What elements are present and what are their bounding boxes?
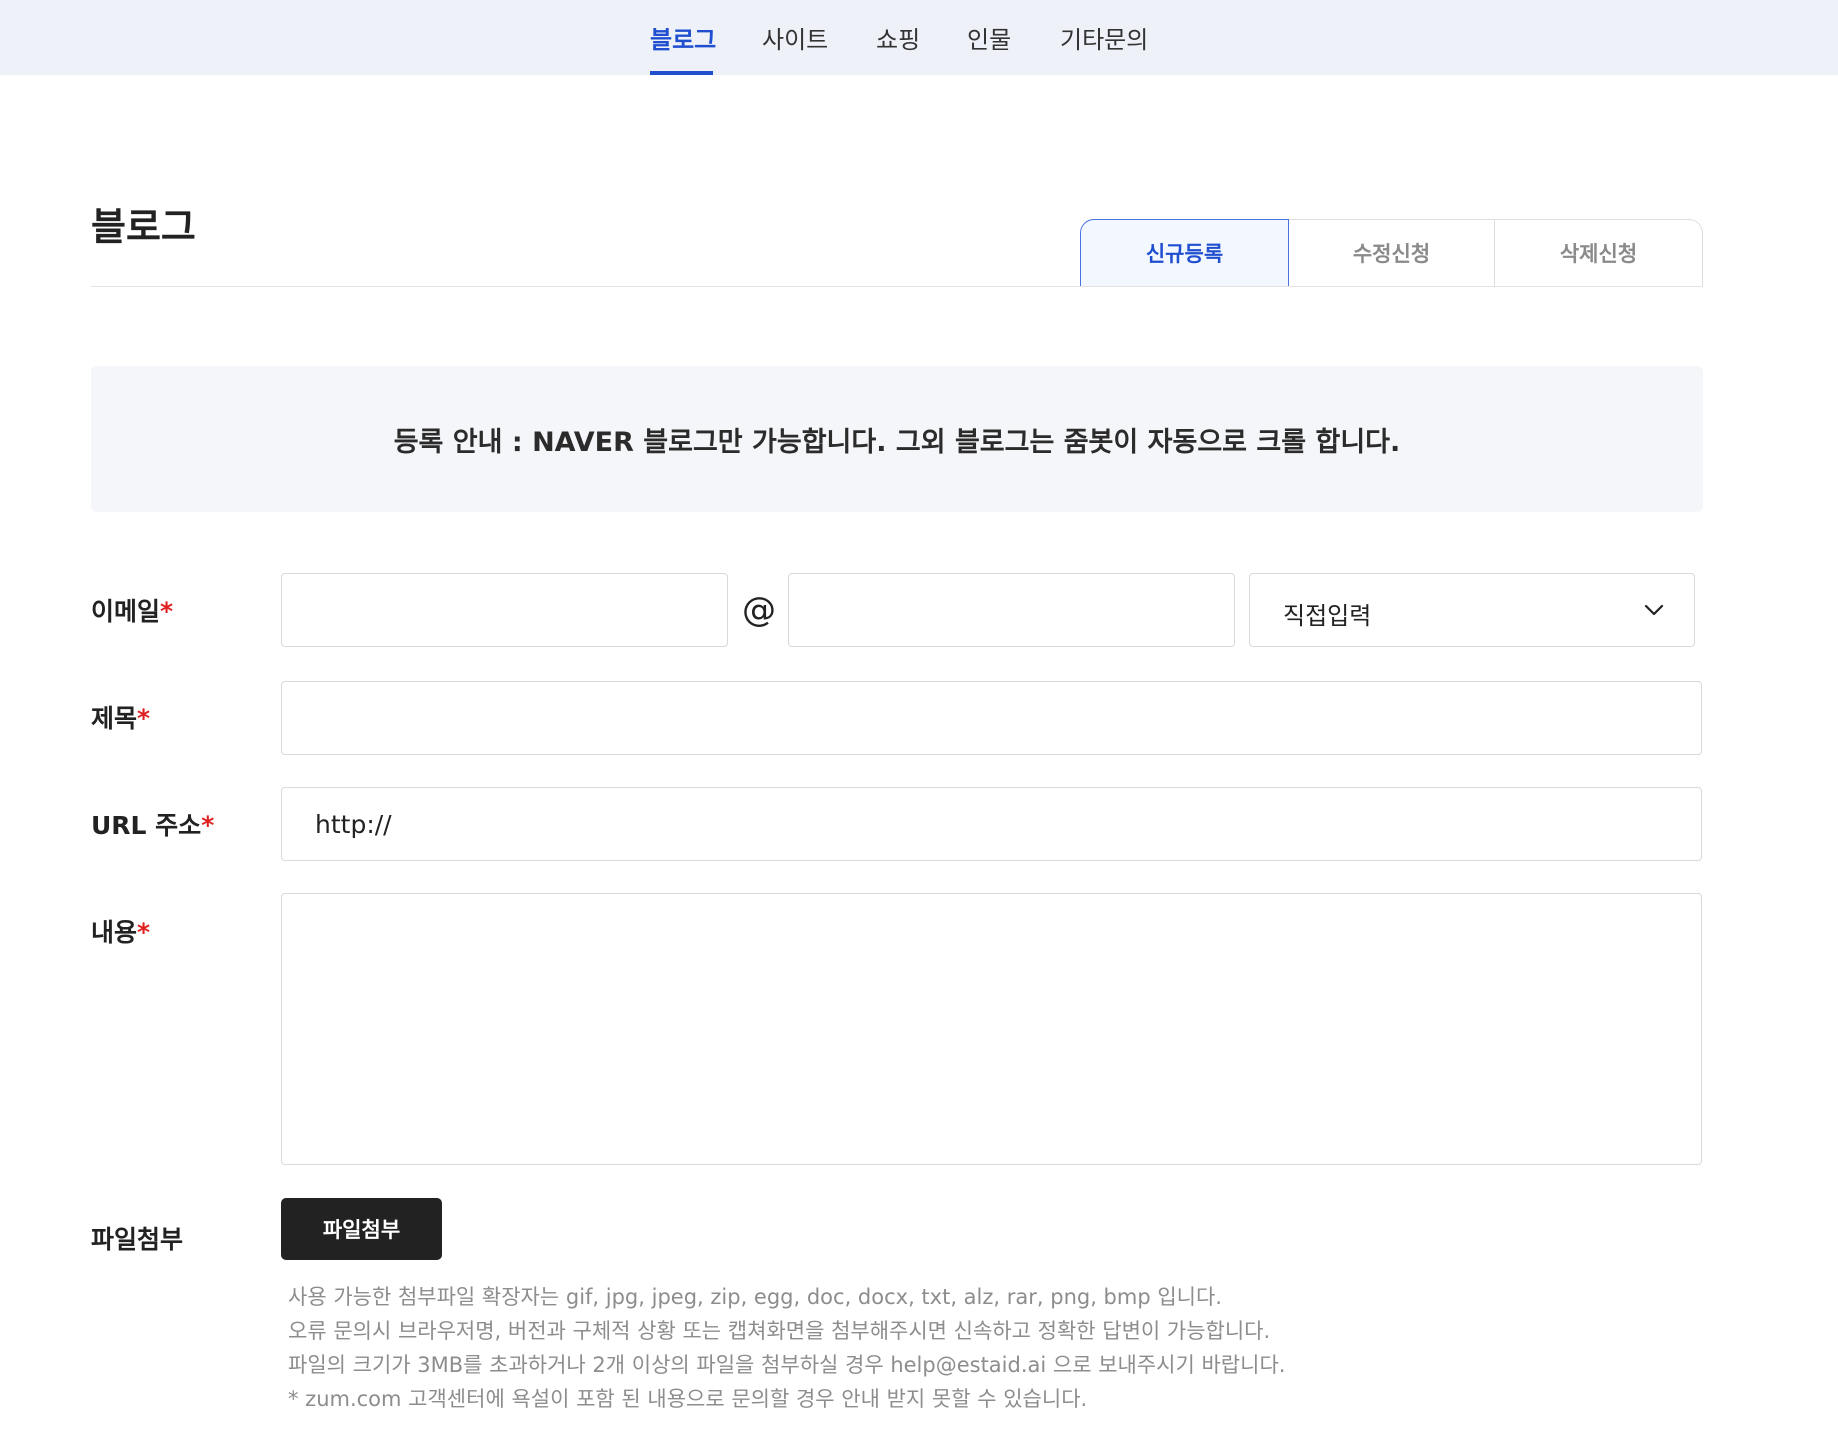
- attachment-label: 파일첨부: [91, 1225, 184, 1254]
- help-line: * zum.com 고객센터에 욕설이 포함 된 내용으로 문의할 경우 안내 …: [288, 1387, 1088, 1411]
- attach-file-button[interactable]: 파일첨부: [281, 1198, 442, 1260]
- page-title: 블로그: [91, 205, 196, 249]
- top-nav-tabs: 블로그 사이트 쇼핑 인물 기타문의: [0, 0, 1838, 75]
- email-label: 이메일*: [91, 592, 173, 628]
- url-input[interactable]: [281, 787, 1702, 861]
- title-label-text: 제목: [91, 704, 138, 733]
- segment-delete-request[interactable]: 삭제신청: [1495, 219, 1703, 287]
- title-divider: [91, 286, 1703, 287]
- active-tab-underline: [650, 71, 713, 75]
- attachment-help: 사용 가능한 첨부파일 확장자는 gif, jpg, jpeg, zip, eg…: [288, 1280, 1588, 1416]
- content-label-text: 내용: [91, 918, 138, 947]
- content-textarea[interactable]: [281, 893, 1702, 1165]
- nav-tab-site[interactable]: 사이트: [762, 20, 828, 55]
- segment-new-registration[interactable]: 신규등록: [1080, 219, 1289, 287]
- at-symbol: @: [742, 590, 776, 630]
- title-label: 제목*: [91, 699, 150, 735]
- chevron-down-icon: [1644, 604, 1664, 616]
- required-mark: *: [137, 704, 151, 733]
- url-label-text: URL 주소: [91, 811, 202, 840]
- top-nav: 블로그 사이트 쇼핑 인물 기타문의: [0, 0, 1838, 75]
- content-label: 내용*: [91, 913, 150, 949]
- required-mark: *: [137, 918, 151, 947]
- nav-tab-person[interactable]: 인물: [967, 20, 1011, 55]
- registration-notice: 등록 안내 : NAVER 블로그만 가능합니다. 그외 블로그는 줌봇이 자동…: [91, 366, 1703, 512]
- help-line: 사용 가능한 첨부파일 확장자는 gif, jpg, jpeg, zip, eg…: [288, 1285, 1222, 1309]
- help-line: 오류 문의시 브라우저명, 버전과 구체적 상황 또는 캡쳐화면을 첨부해주시면…: [288, 1319, 1271, 1343]
- url-label: URL 주소*: [91, 806, 214, 842]
- nav-tab-other-inquiry[interactable]: 기타문의: [1060, 20, 1148, 55]
- required-mark: *: [160, 597, 174, 626]
- nav-tab-shopping[interactable]: 쇼핑: [876, 20, 920, 55]
- notice-text: 등록 안내 : NAVER 블로그만 가능합니다. 그외 블로그는 줌봇이 자동…: [393, 426, 1401, 458]
- email-domain-select[interactable]: 직접입력: [1249, 573, 1695, 647]
- email-domain-select-value: 직접입력: [1283, 602, 1372, 630]
- email-domain-input[interactable]: [788, 573, 1235, 647]
- title-input[interactable]: [281, 681, 1702, 755]
- email-local-input[interactable]: [281, 573, 728, 647]
- segment-edit-request[interactable]: 수정신청: [1289, 219, 1495, 287]
- required-mark: *: [201, 811, 215, 840]
- help-line: 파일의 크기가 3MB를 초과하거나 2개 이상의 파일을 첨부하실 경우 he…: [288, 1353, 1286, 1377]
- email-label-text: 이메일: [91, 597, 161, 626]
- nav-tab-blog[interactable]: 블로그: [650, 20, 716, 55]
